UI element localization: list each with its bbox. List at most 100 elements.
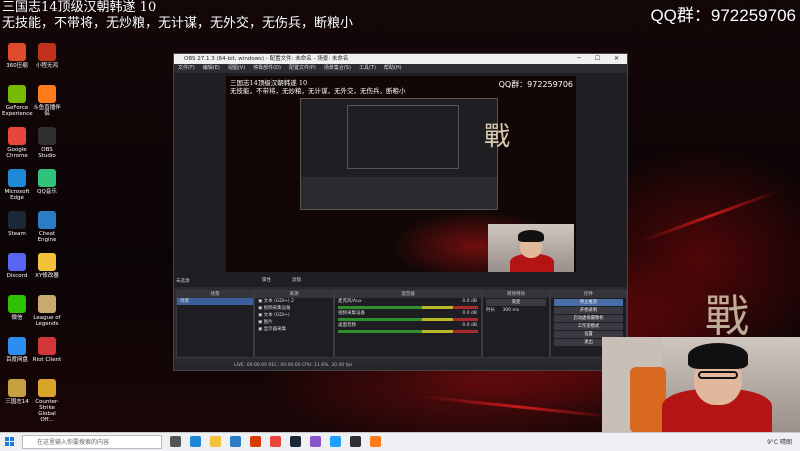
obs-docks: 场景 场景 来源 ▣ 文本 (GDI+) 2 ▣ 视频采集设备 ▣ 文本 (GDI+… [174, 287, 627, 370]
office-icon[interactable] [250, 436, 261, 447]
control-button[interactable]: 启动虚拟摄像机 [554, 315, 623, 322]
desktop-icon[interactable]: XY修改器 [32, 253, 62, 279]
transition-select[interactable]: 渐变 [486, 299, 546, 306]
obs-menu-bar: 文件(F) 编辑(E) 视图(V) 停靠部件(D) 配置文件(P) 场景集合(S) 工具(T… [174, 64, 627, 73]
app-icon [38, 85, 56, 103]
desktop-icon[interactable]: 三国志14 [2, 379, 32, 405]
obs-status-bar: LIVE: 00:00:00 REC: 00:00:00 CPU: 11.6%,… [174, 362, 627, 370]
preview-ticker-line-1: 三国志14顶级汉朝韩遂 10 [230, 79, 308, 87]
explorer-icon[interactable] [210, 436, 221, 447]
properties-button[interactable]: 属性 [262, 277, 271, 283]
obs-title-bar[interactable]: OBS 27.1.3 (64-bit, windows) - 配置文件: 未命名… [174, 54, 627, 64]
app-icon [38, 211, 56, 229]
desktop-icon[interactable]: 斗鱼直播伴侣 [32, 85, 62, 117]
obs-icon[interactable] [350, 436, 361, 447]
desktop-icon[interactable]: OBS Studio [32, 127, 62, 159]
duration-input[interactable]: 300 ms [502, 308, 519, 313]
desktop-icon[interactable]: Riot Client [32, 337, 62, 363]
taskbar-search-input[interactable]: 在这里输入你要搜索的内容 [22, 435, 162, 449]
desktop-icon-label: 360压缩 [6, 63, 28, 69]
menu-item[interactable]: 帮助(H) [384, 65, 402, 71]
desktop-icon-label: OBS Studio [38, 147, 56, 159]
desktop-icon[interactable]: 微信 [2, 295, 32, 321]
desktop-icon[interactable]: Counter-Strike Global Off... [32, 379, 62, 423]
menu-item[interactable]: 文件(F) [178, 65, 195, 71]
source-item[interactable]: ▣ 文本 (GDI+) 2 [255, 298, 333, 305]
preview-ticker: 三国志14顶级汉朝韩遂 10 无技能，不带将，无炒粮，无计谋，无外交，无伤兵，断… [230, 79, 406, 95]
menu-item[interactable]: 工具(T) [359, 65, 376, 71]
volume-meter[interactable] [338, 330, 478, 333]
no-source-label: 未选源 [176, 279, 190, 284]
desktop-icon[interactable]: League of Legends [32, 295, 62, 327]
obs-preview[interactable]: 三国志14顶级汉朝韩遂 10 无技能，不带将，无炒粮，无计谋，无外交，无伤兵，断… [226, 76, 576, 272]
weather-widget[interactable]: 9°C 晴朗 [767, 437, 792, 446]
source-item[interactable]: ▣ 显示器采集 [255, 326, 333, 333]
desktop-icon[interactable]: Cheat Engine [32, 211, 62, 243]
source-item[interactable]: ▣ 视频采集设备 [255, 305, 333, 312]
douyu-icon[interactable] [370, 436, 381, 447]
volume-meter[interactable] [338, 306, 478, 309]
streamer-webcam [602, 337, 800, 433]
menu-item[interactable]: 编辑(E) [203, 65, 220, 71]
desktop-icon-label: Microsoft Edge [4, 189, 30, 201]
desktop-icon-label: 百度网盘 [5, 357, 28, 363]
volume-meter[interactable] [338, 318, 478, 321]
webcam-glasses [698, 371, 738, 379]
qq-icon[interactable] [330, 436, 341, 447]
desktop-icon[interactable]: Microsoft Edge [2, 169, 32, 201]
sources-dock: 来源 ▣ 文本 (GDI+) 2 ▣ 视频采集设备 ▣ 文本 (GDI+) ▣ 图片 ▣… [254, 290, 334, 358]
preview-glyph: 戰 [484, 122, 511, 152]
mixer-channel-name: 麦克风/Aux [338, 299, 362, 304]
desktop-icon[interactable]: 360压缩 [2, 43, 32, 69]
windows-start-icon[interactable] [5, 437, 15, 447]
menu-item[interactable]: 停靠部件(D) [253, 65, 281, 71]
app-icon [38, 337, 56, 355]
desktop-icon[interactable]: QQ音乐 [32, 169, 62, 195]
mixer-channel-name: 视频采集设备 [338, 311, 365, 316]
app-icon [8, 337, 26, 355]
window-controls[interactable]: ─ ☐ ✕ [577, 54, 625, 64]
mixer-channel-name: 桌面音频 [338, 323, 356, 328]
app-icon [38, 379, 56, 397]
app-icon [8, 43, 26, 61]
desktop-icon[interactable]: Google Chrome [2, 127, 32, 159]
controls-dock-title: 控件 [551, 291, 626, 298]
app-icon[interactable] [310, 436, 321, 447]
control-button[interactable]: 停止推流 [554, 299, 623, 306]
desktop-icon[interactable]: Steam [2, 211, 32, 237]
desktop-icon[interactable]: 小程无鸿 [32, 43, 62, 69]
webcam-hair [518, 230, 544, 242]
scenes-dock: 场景 场景 [176, 290, 254, 358]
desktop-icon[interactable]: GeForce Experience [2, 85, 33, 117]
obs-window[interactable]: OBS 27.1.3 (64-bit, windows) - 配置文件: 未命名… [173, 53, 628, 371]
menu-item[interactable]: 配置文件(P) [289, 65, 316, 71]
store-icon[interactable] [230, 436, 241, 447]
source-item[interactable]: ▣ 文本 (GDI+) [255, 312, 333, 319]
mixer-channel-db: 0.0 dB [462, 299, 477, 304]
menu-item[interactable]: 场景集合(S) [324, 65, 351, 71]
edge-icon[interactable] [190, 436, 201, 447]
control-button[interactable]: 工作室模式 [554, 323, 623, 330]
stream-ticker: 三国志14顶级汉朝韩遂 10 无技能，不带将，无炒粮，无计谋，无外交，无伤兵，断… [2, 0, 353, 32]
desktop-icon-label: 斗鱼直播伴侣 [33, 105, 61, 117]
desktop-icon-label: League of Legends [33, 315, 61, 327]
app-icon [8, 211, 26, 229]
filters-button[interactable]: 滤镜 [292, 277, 301, 283]
scene-item[interactable]: 场景 [177, 298, 253, 305]
transitions-dock: 转场特效 渐变 时长 300 ms [482, 290, 550, 358]
desktop-icon[interactable]: Discord [2, 253, 32, 279]
desktop-icon-label: Google Chrome [6, 147, 28, 159]
task-view-icon[interactable] [170, 436, 181, 447]
menu-item[interactable]: 视图(V) [228, 65, 245, 71]
steam-icon[interactable] [290, 436, 301, 447]
chrome-icon[interactable] [270, 436, 281, 447]
desktop-icon[interactable]: 百度网盘 [2, 337, 32, 363]
qq-group-label: QQ群：972259706 [650, 6, 796, 25]
control-button[interactable]: 开始录制 [554, 307, 623, 314]
source-item[interactable]: ▣ 图片 [255, 319, 333, 326]
scenes-dock-title: 场景 [177, 291, 253, 298]
desktop-icon-label: Discord [6, 273, 28, 279]
wallpaper-glyph: 戰 [705, 291, 749, 342]
mixer-channel-db: 0.0 dB [462, 323, 477, 328]
preview-ticker-line-2: 无技能，不带将，无炒粮，无计谋，无外交，无伤兵，断粮小 [230, 87, 406, 95]
